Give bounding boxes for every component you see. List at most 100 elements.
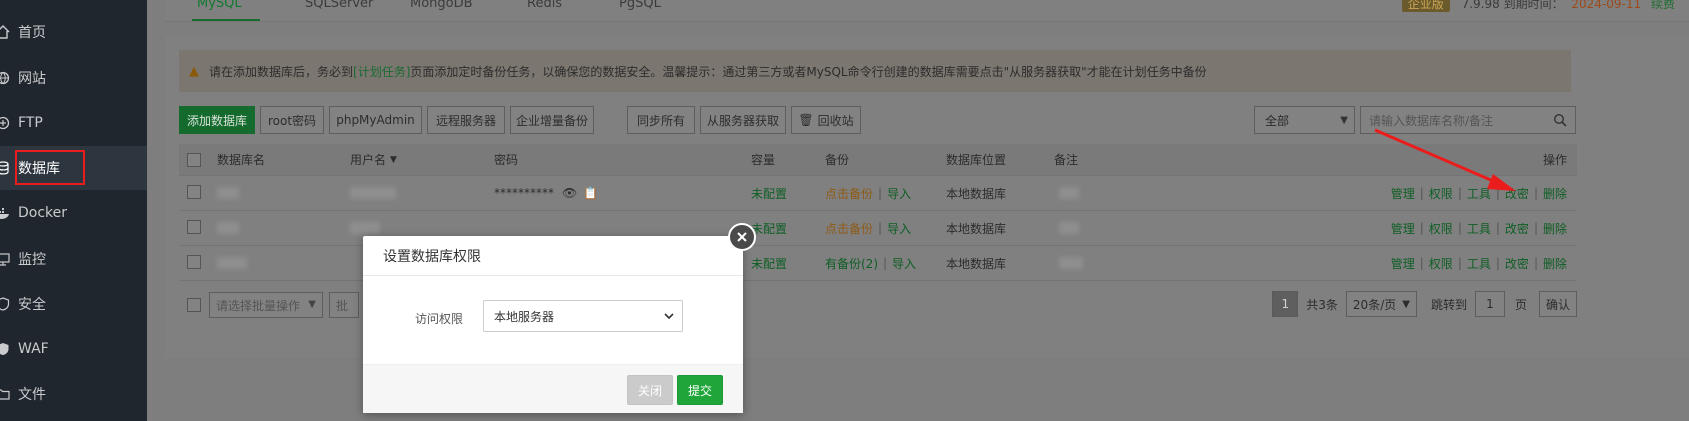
- row-checkbox[interactable]: [187, 255, 201, 269]
- change-password-link[interactable]: 改密: [1505, 185, 1529, 202]
- sidebar-item-waf[interactable]: WAF: [0, 327, 147, 371]
- backup-link[interactable]: 点击备份: [825, 185, 873, 202]
- sort-down-icon: ▼: [390, 154, 397, 165]
- eye-icon[interactable]: 👁: [562, 186, 577, 200]
- tools-link[interactable]: 工具: [1467, 255, 1491, 272]
- monitor-icon: [0, 252, 10, 266]
- backup-link[interactable]: 有备份(2): [825, 255, 878, 272]
- database-icon: [0, 161, 10, 175]
- batch-execute-button[interactable]: 批: [329, 292, 359, 318]
- shield-icon: [0, 297, 10, 311]
- sync-all-button[interactable]: 同步所有: [627, 106, 695, 134]
- dialog-footer: 关闭 提交: [363, 364, 743, 413]
- row-actions: 管理 | 权限 | 工具 | 改密 | 删除: [1390, 185, 1567, 202]
- tab-pgsql[interactable]: PgSQL: [619, 0, 661, 11]
- password-mask: **********: [494, 186, 554, 200]
- filter-select[interactable]: 全部 ▼: [1254, 106, 1355, 134]
- backup-link[interactable]: 点击备份: [825, 220, 873, 237]
- recycle-bin-label: 回收站: [817, 113, 854, 128]
- fetch-from-server-button[interactable]: 从服务器获取: [700, 106, 786, 134]
- permission-link[interactable]: 权限: [1429, 185, 1453, 202]
- root-password-button[interactable]: root密码: [260, 106, 324, 134]
- notice-text-before: 请在添加数据库后，务必到: [209, 64, 354, 79]
- user-cell: [350, 176, 396, 210]
- tab-sqlserver[interactable]: SQLServer: [305, 0, 373, 11]
- change-password-link[interactable]: 改密: [1505, 220, 1529, 237]
- sidebar-item-ftp[interactable]: FTP: [0, 101, 147, 145]
- tab-redis[interactable]: Redis: [527, 0, 562, 11]
- cron-task-link[interactable]: [计划任务]: [353, 63, 410, 80]
- db-name-cell: [217, 246, 247, 280]
- search-icon[interactable]: [1553, 113, 1567, 127]
- globe-icon: [0, 71, 10, 85]
- permission-link[interactable]: 权限: [1429, 255, 1453, 272]
- permission-link[interactable]: 权限: [1429, 220, 1453, 237]
- sidebar-item-monitor[interactable]: 监控: [0, 237, 147, 281]
- tools-link[interactable]: 工具: [1467, 185, 1491, 202]
- chevron-down-icon: [664, 313, 674, 320]
- per-page-value: 20条/页: [1352, 297, 1397, 312]
- jump-page-input[interactable]: 1: [1474, 291, 1505, 317]
- manage-link[interactable]: 管理: [1391, 255, 1415, 272]
- col-user[interactable]: 用户名 ▼: [350, 144, 397, 175]
- remote-server-button[interactable]: 远程服务器: [427, 106, 505, 134]
- sidebar-item-home[interactable]: 首页: [0, 10, 147, 54]
- sidebar-item-label: 安全: [18, 297, 46, 313]
- row-actions: 管理 | 权限 | 工具 | 改密 | 删除: [1390, 220, 1567, 237]
- add-database-button[interactable]: 添加数据库: [179, 106, 255, 134]
- sidebar-item-docker[interactable]: Docker: [0, 191, 147, 235]
- phpmyadmin-button[interactable]: phpMyAdmin: [329, 106, 422, 134]
- remark-cell: [1059, 246, 1083, 280]
- import-link[interactable]: 导入: [892, 255, 916, 272]
- footer-select-all-checkbox[interactable]: [187, 298, 201, 312]
- redacted-remark: [1059, 187, 1079, 199]
- close-icon[interactable]: [728, 223, 756, 251]
- tab-mongodb[interactable]: MongoDB: [410, 0, 473, 11]
- capacity-cell[interactable]: 未配置: [751, 211, 787, 245]
- delete-link[interactable]: 删除: [1543, 220, 1567, 237]
- confirm-jump-button[interactable]: 确认: [1538, 291, 1577, 317]
- redacted-remark: [1059, 257, 1083, 269]
- total-count: 共3条: [1306, 297, 1338, 312]
- delete-link[interactable]: 删除: [1543, 185, 1567, 202]
- sidebar-item-files[interactable]: 文件: [0, 372, 147, 416]
- permission-dialog: 设置数据库权限 访问权限 本地服务器 关闭 提交: [363, 236, 743, 413]
- folder-icon: [0, 387, 10, 401]
- import-link[interactable]: 导入: [887, 220, 911, 237]
- sidebar-item-label: FTP: [18, 115, 43, 131]
- renew-link[interactable]: 续费: [1651, 0, 1675, 11]
- close-button[interactable]: 关闭: [627, 375, 673, 405]
- home-icon: [0, 25, 10, 39]
- batch-operation-select[interactable]: 请选择批量操作 ▼: [209, 292, 323, 318]
- per-page-select[interactable]: 20条/页 ▼: [1345, 291, 1417, 317]
- capacity-cell[interactable]: 未配置: [751, 176, 787, 210]
- access-permission-select[interactable]: 本地服务器: [483, 300, 683, 332]
- manage-link[interactable]: 管理: [1391, 220, 1415, 237]
- change-password-link[interactable]: 改密: [1505, 255, 1529, 272]
- license-info: 企业版 7.9.98 到期时间： 2024-09-11 续费: [1401, 0, 1675, 12]
- tab-mysql[interactable]: MySQL: [197, 0, 242, 11]
- copy-icon[interactable]: 📋: [583, 186, 598, 200]
- col-name: 数据库名: [217, 153, 266, 167]
- backup-cell: 点击备份 | 导入: [825, 220, 912, 237]
- waf-icon: [0, 342, 10, 356]
- recycle-bin-button[interactable]: 🗑 回收站: [791, 106, 861, 134]
- import-link[interactable]: 导入: [887, 185, 911, 202]
- sidebar-item-security[interactable]: 安全: [0, 282, 147, 326]
- row-checkbox[interactable]: [187, 220, 201, 234]
- select-all-checkbox[interactable]: [187, 153, 201, 167]
- col-password: 密码: [494, 153, 519, 167]
- capacity-cell[interactable]: 未配置: [751, 246, 787, 280]
- search-input[interactable]: 请输入数据库名称/备注: [1360, 106, 1576, 134]
- enterprise-backup-button[interactable]: 企业增量备份: [510, 106, 594, 134]
- delete-link[interactable]: 删除: [1543, 255, 1567, 272]
- current-page[interactable]: 1: [1272, 291, 1299, 317]
- tools-link[interactable]: 工具: [1467, 220, 1491, 237]
- redacted-user: [350, 187, 396, 199]
- sidebar-item-website[interactable]: 网站: [0, 56, 147, 100]
- sidebar-item-label: Docker: [18, 205, 68, 221]
- chevron-down-icon: ▼: [1340, 115, 1348, 126]
- manage-link[interactable]: 管理: [1391, 185, 1415, 202]
- submit-button[interactable]: 提交: [677, 375, 723, 405]
- row-checkbox[interactable]: [187, 185, 201, 199]
